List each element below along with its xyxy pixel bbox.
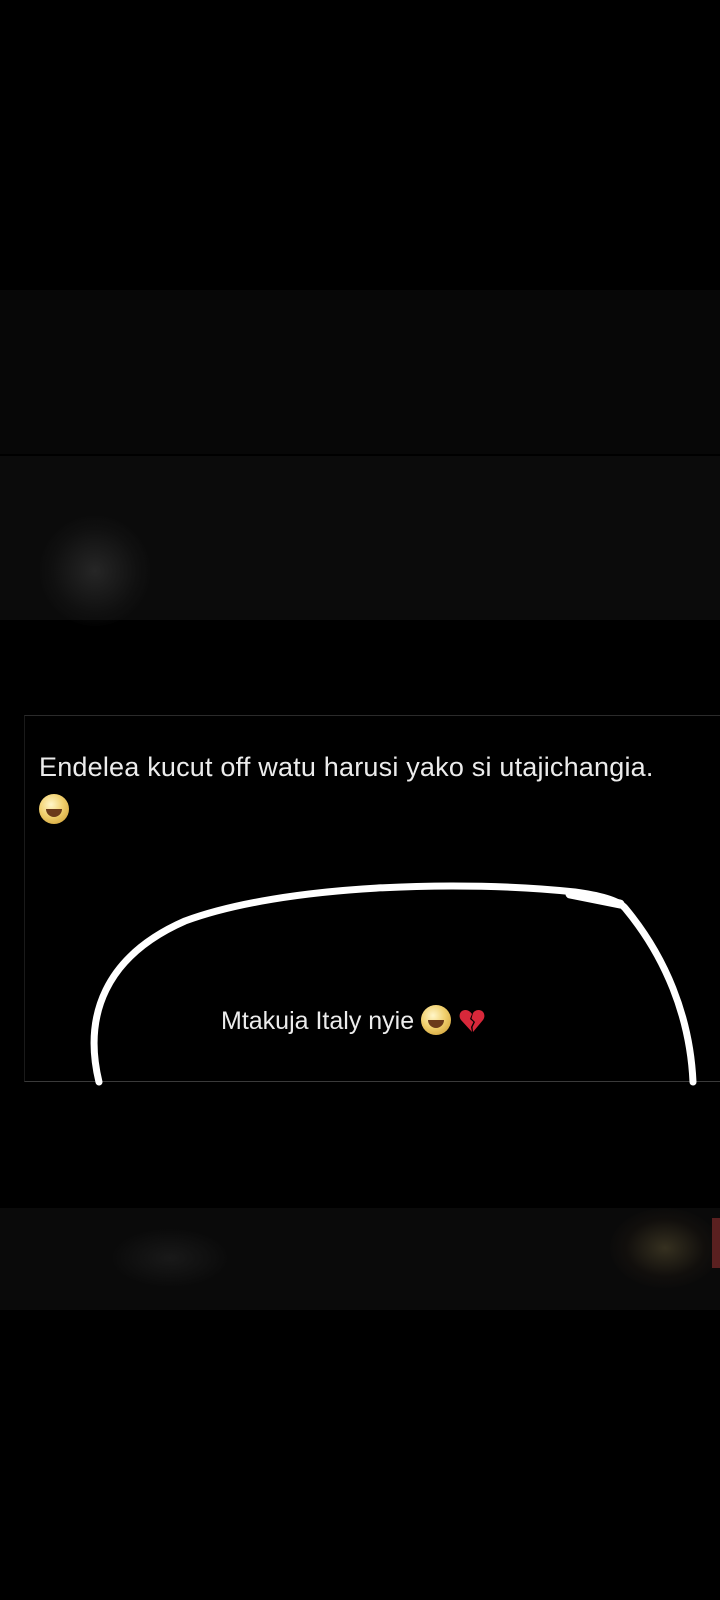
blurred-band-top — [0, 290, 720, 454]
joy-emoji-icon — [421, 1005, 452, 1035]
hand-drawn-circle — [90, 882, 697, 1086]
comment-row: Mtakuja Italy nyie — [221, 1004, 486, 1038]
blurred-light-spot — [40, 516, 150, 626]
post-caption: Endelea kucut off watu harusi yako si ut… — [39, 746, 679, 830]
blurred-light-spot — [110, 1228, 230, 1288]
comment-text: Mtakuja Italy nyie — [221, 1007, 415, 1035]
blurred-band-bottom — [0, 1208, 720, 1310]
blurred-edge — [712, 1218, 720, 1268]
screenshot-post: Endelea kucut off watu harusi yako si ut… — [24, 715, 720, 1086]
joy-emoji-icon — [39, 794, 69, 824]
blurred-band-middle — [0, 456, 720, 626]
post-caption-text: Endelea kucut off watu harusi yako si ut… — [39, 752, 654, 782]
blurred-light-spot — [610, 1208, 720, 1288]
broken-heart-icon — [458, 1007, 486, 1035]
